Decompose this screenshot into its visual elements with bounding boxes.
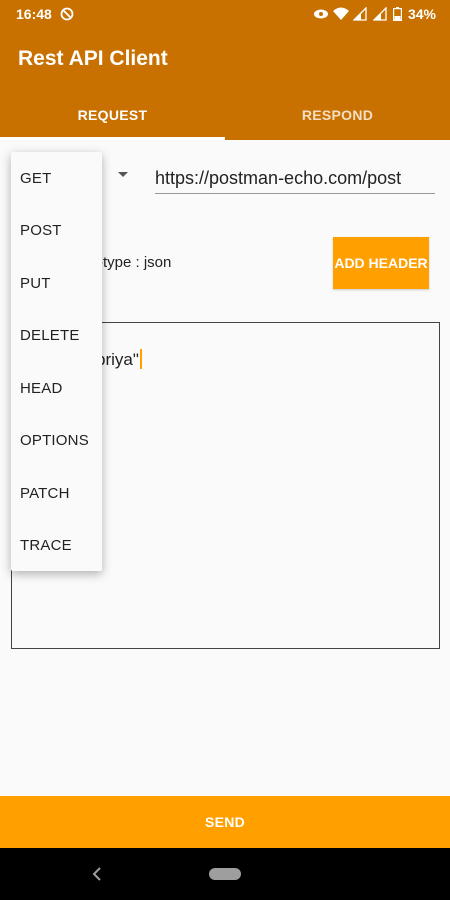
app-bar: Rest API Client xyxy=(0,28,450,90)
chevron-down-icon[interactable] xyxy=(118,172,128,177)
app-title: Rest API Client xyxy=(18,47,168,70)
battery-percent: 34% xyxy=(407,6,436,22)
add-header-button[interactable]: ADD HEADER xyxy=(333,237,429,289)
eye-icon xyxy=(313,7,328,21)
do-not-disturb-icon xyxy=(60,7,74,21)
home-pill-icon[interactable] xyxy=(209,868,241,880)
header-value-text: -type : json xyxy=(98,254,172,271)
method-option-trace[interactable]: TRACE xyxy=(11,520,102,573)
system-nav-bar xyxy=(0,848,450,900)
status-bar: 16:48 34% xyxy=(0,0,450,28)
method-option-get[interactable]: GET xyxy=(11,152,102,205)
status-time: 16:48 xyxy=(16,6,52,22)
tab-respond[interactable]: RESPOND xyxy=(225,90,450,140)
method-option-options[interactable]: OPTIONS xyxy=(11,415,102,468)
wifi-icon xyxy=(332,7,349,21)
method-option-put[interactable]: PUT xyxy=(11,257,102,310)
tab-bar: REQUEST RESPOND xyxy=(0,90,450,140)
signal-icon xyxy=(372,6,387,21)
method-option-delete[interactable]: DELETE xyxy=(11,310,102,363)
battery-icon xyxy=(392,7,402,22)
text-cursor xyxy=(139,349,142,369)
request-body-value: priya" xyxy=(96,350,139,369)
method-option-patch[interactable]: PATCH xyxy=(11,467,102,520)
back-icon[interactable] xyxy=(90,866,104,882)
request-body-text: priya" xyxy=(96,349,142,370)
url-input[interactable] xyxy=(155,164,435,194)
signal-icon xyxy=(352,6,367,21)
send-button[interactable]: SEND xyxy=(0,796,450,848)
tab-request[interactable]: REQUEST xyxy=(0,90,225,140)
method-option-post[interactable]: POST xyxy=(11,205,102,258)
method-dropdown-menu: GET POST PUT DELETE HEAD OPTIONS PATCH T… xyxy=(11,152,102,571)
method-option-head[interactable]: HEAD xyxy=(11,362,102,415)
